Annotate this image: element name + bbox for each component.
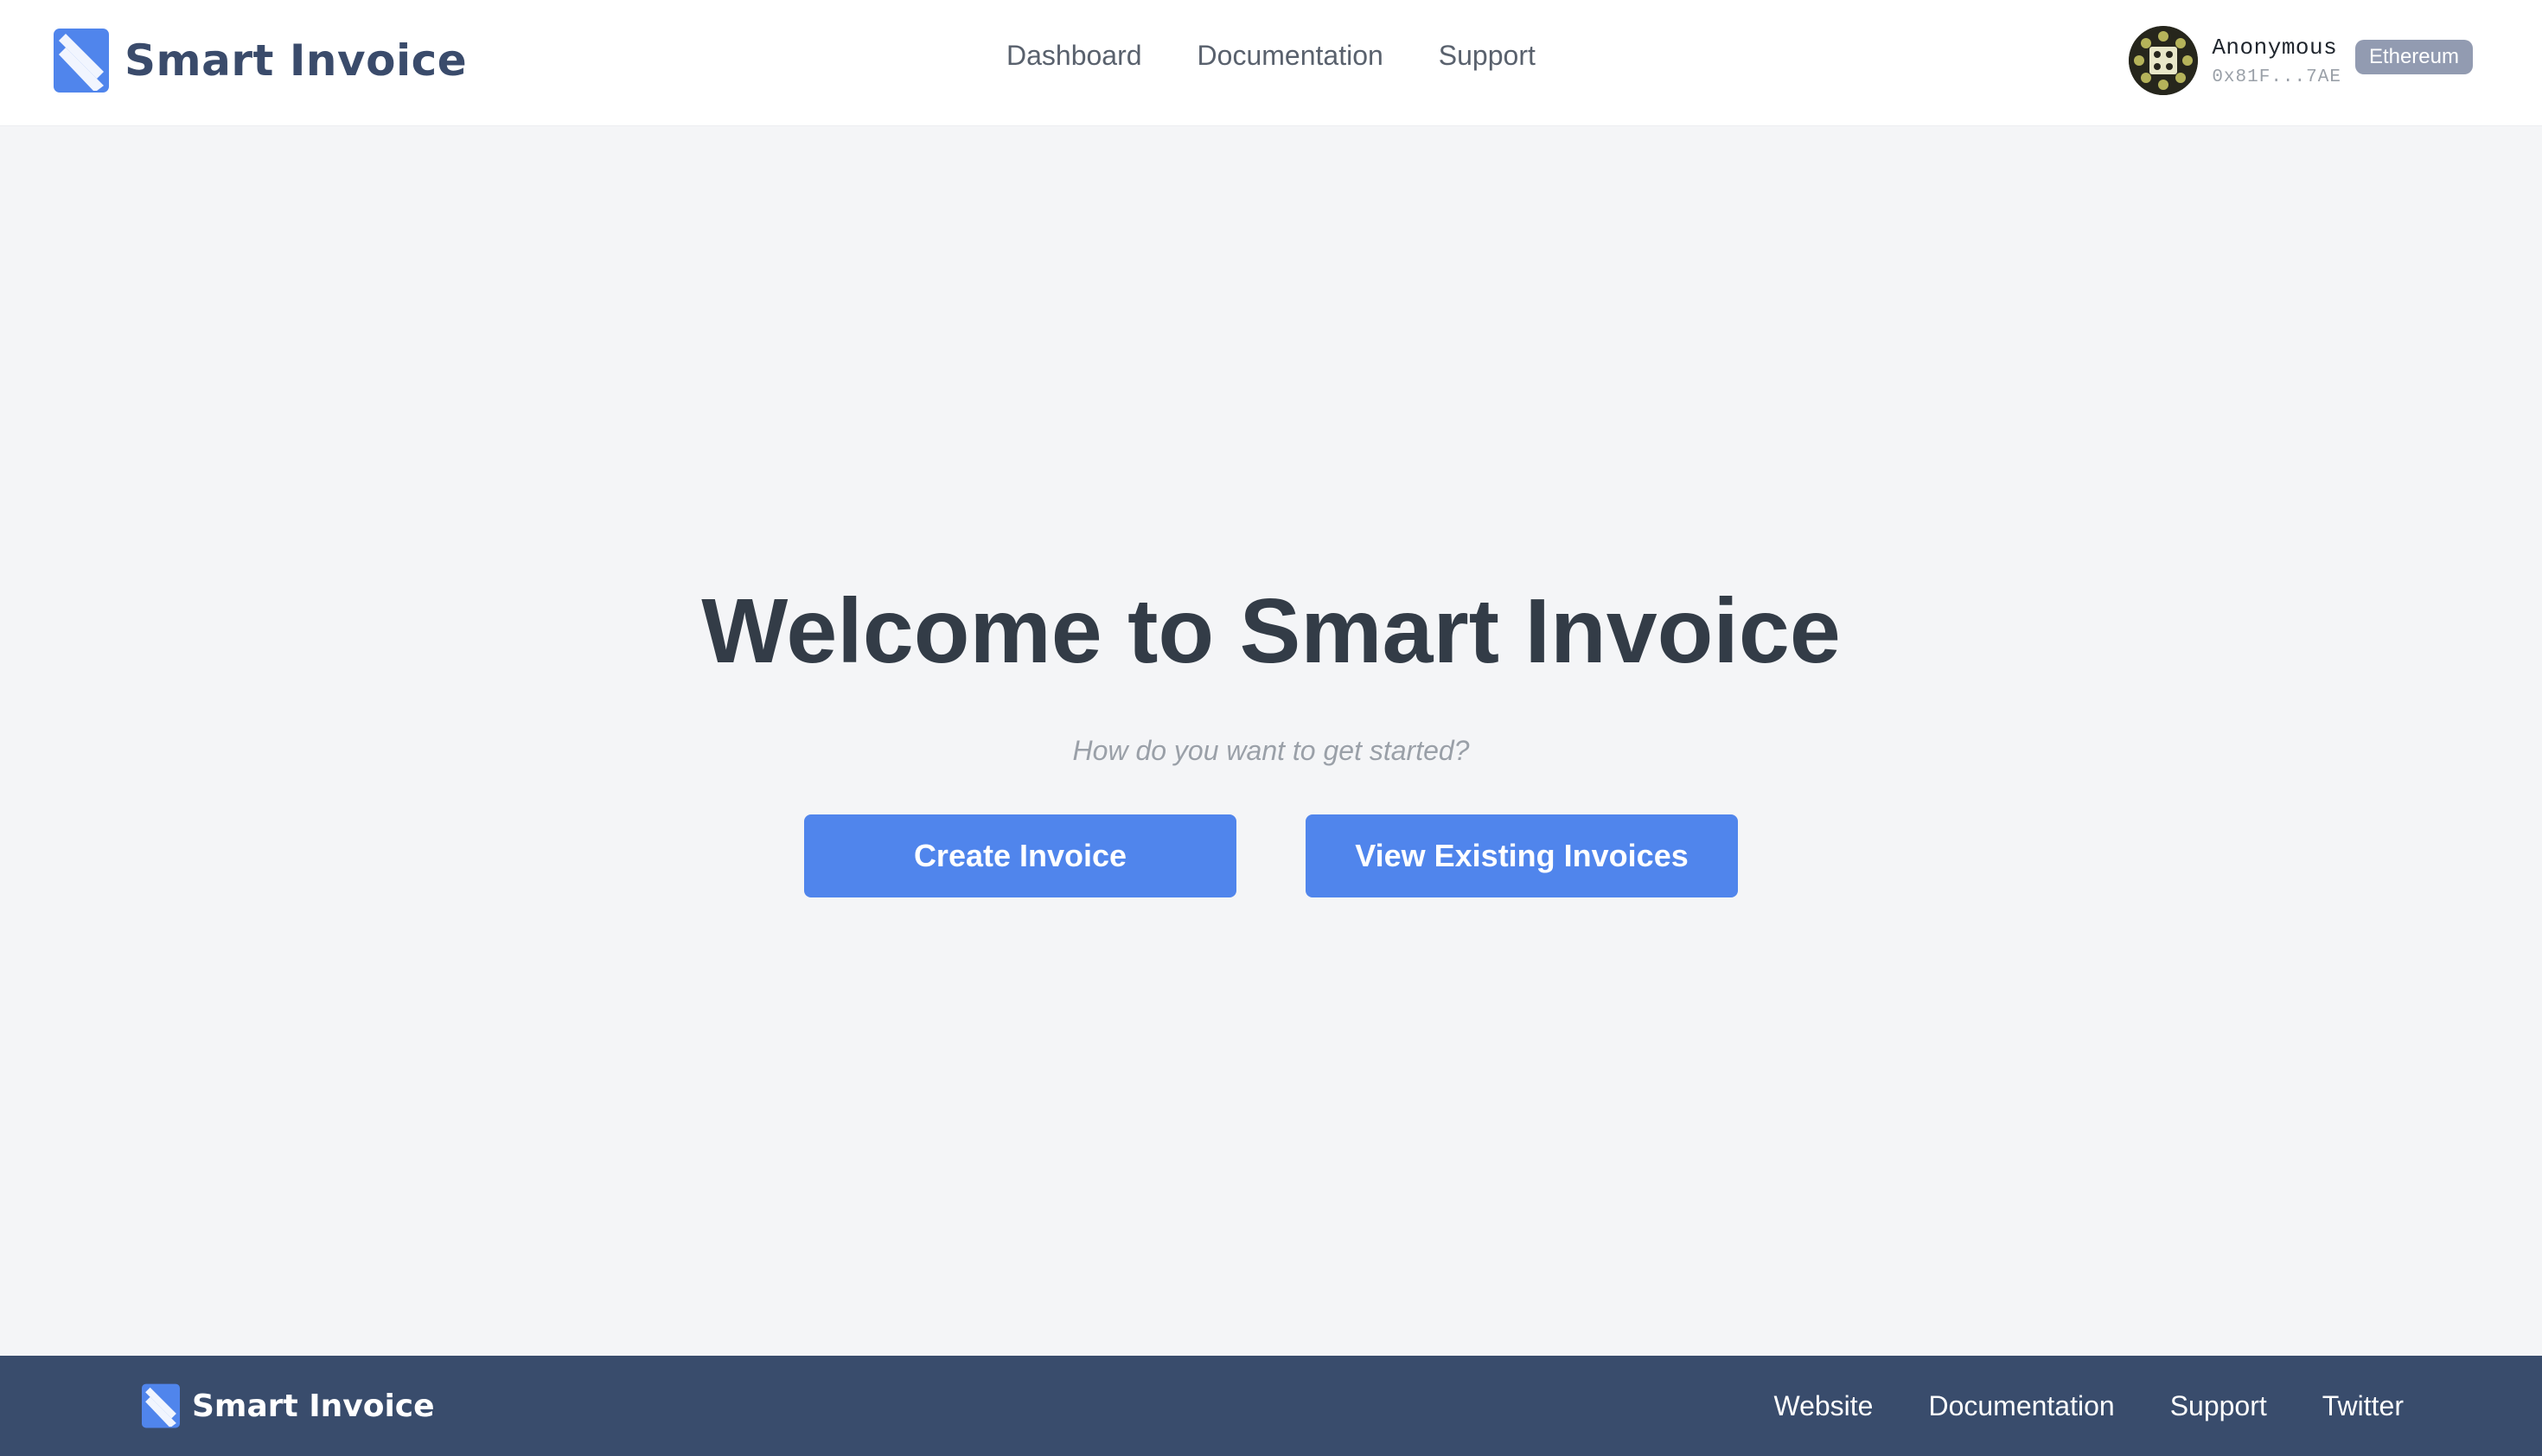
page-title: Welcome to Smart Invoice [701,580,1841,682]
nav-dashboard[interactable]: Dashboard [1006,40,1142,72]
footer-link-website[interactable]: Website [1773,1390,1873,1422]
brand-name: Smart Invoice [125,35,468,86]
smart-invoice-logo-icon [142,1383,180,1428]
account-menu[interactable]: Anonymous 0x81F...7AE Ethereum [2129,26,2473,95]
top-header: Smart Invoice Dashboard Documentation Su… [0,0,2542,126]
footer-brand-link[interactable]: Smart Invoice [142,1383,435,1428]
account-info: Anonymous 0x81F...7AE [2212,35,2341,87]
smart-invoice-logo-icon [54,29,109,93]
footer-link-twitter[interactable]: Twitter [2322,1390,2404,1422]
network-badge: Ethereum [2354,40,2473,74]
main-nav: Dashboard Documentation Support [1006,40,1536,72]
create-invoice-button[interactable]: Create Invoice [804,814,1236,897]
view-existing-invoices-button[interactable]: View Existing Invoices [1306,814,1738,897]
wallet-address: 0x81F...7AE [2212,67,2341,87]
identicon-avatar [2129,26,2199,95]
footer-link-documentation[interactable]: Documentation [1928,1390,2114,1422]
account-name: Anonymous [2212,34,2338,61]
page-subtitle: How do you want to get started? [1072,735,1470,766]
footer-link-support[interactable]: Support [2170,1390,2267,1422]
footer-nav: Website Documentation Support Twitter [1773,1390,2404,1422]
footer-brand-name: Smart Invoice [192,1388,435,1424]
page-footer: Smart Invoice Website Documentation Supp… [0,1356,2542,1456]
nav-documentation[interactable]: Documentation [1198,40,1383,72]
brand-home-link[interactable]: Smart Invoice [54,29,467,93]
nav-support[interactable]: Support [1439,40,1536,72]
